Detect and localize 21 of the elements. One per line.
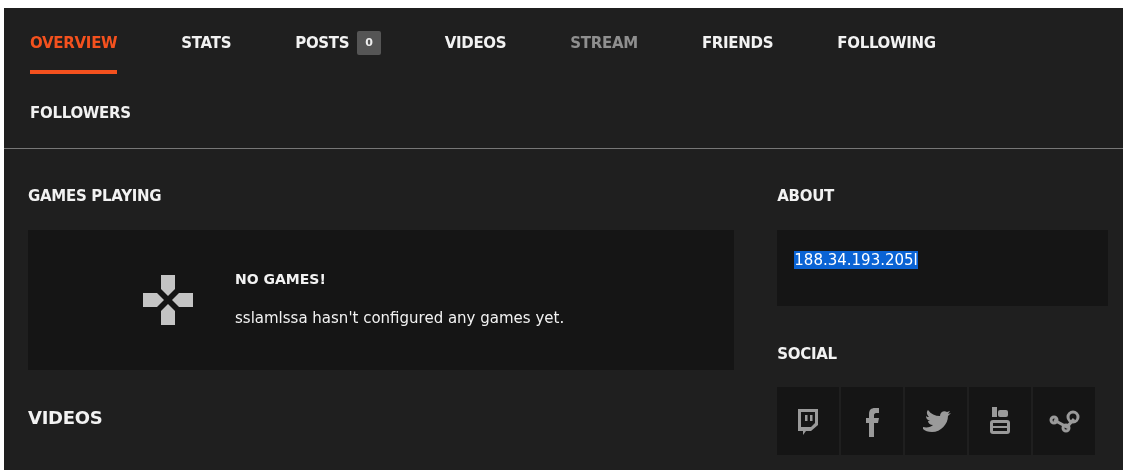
about-text: 188.34.193.205l (794, 250, 918, 269)
social-link[interactable] (969, 387, 1032, 455)
social-link[interactable] (841, 387, 904, 455)
tab[interactable]: FRIENDS (701, 8, 774, 78)
section-title: GAMES PLAYING (28, 186, 163, 207)
gamepad-cross-icon (143, 274, 193, 325)
tab[interactable]: FOLLOWERS (30, 78, 131, 148)
empty-heading: NO GAMES! (235, 270, 327, 290)
section-title: VIDEOS (28, 405, 104, 430)
social-link[interactable] (905, 387, 968, 455)
social-link[interactable] (777, 387, 840, 455)
empty-message: sslamlssa hasn't configured any games yet. (235, 308, 565, 330)
tab[interactable]: VIDEOS (444, 8, 507, 78)
tab[interactable]: FOLLOWING (837, 8, 936, 78)
tab[interactable]: POSTS 0 (295, 8, 381, 78)
section-title: ABOUT (777, 186, 836, 207)
tab[interactable]: STATS (181, 8, 232, 78)
social-link[interactable] (1033, 387, 1096, 455)
tab[interactable]: OVERVIEW (30, 8, 118, 78)
count-badge: 0 (357, 30, 381, 56)
section-title: SOCIAL (777, 343, 838, 365)
